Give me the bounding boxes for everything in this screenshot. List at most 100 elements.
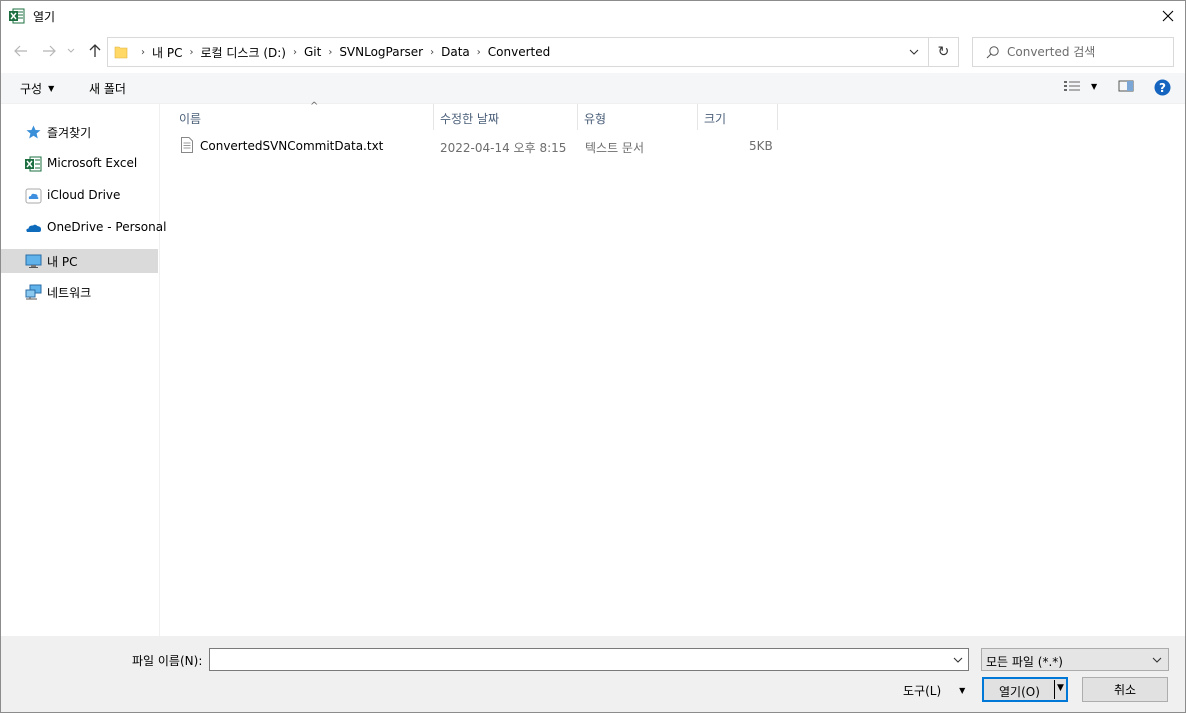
close-button[interactable] bbox=[1151, 1, 1185, 31]
icloud-icon bbox=[25, 188, 42, 204]
file-type-value: 모든 파일 (*.*) bbox=[986, 655, 1063, 669]
file-size: 5KB bbox=[749, 139, 773, 153]
forward-arrow-icon bbox=[43, 45, 56, 57]
chevron-down-icon bbox=[953, 657, 963, 663]
excel-icon bbox=[25, 156, 42, 172]
file-name: ConvertedSVNCommitData.txt bbox=[200, 139, 384, 153]
sidebar-item-label: iCloud Drive bbox=[47, 188, 121, 202]
forward-button[interactable] bbox=[39, 41, 59, 61]
help-icon: ? bbox=[1154, 79, 1171, 96]
sort-ascending-icon: ^ bbox=[310, 101, 319, 112]
new-folder-button[interactable]: 새 폴더 bbox=[89, 80, 126, 97]
chevron-down-icon bbox=[909, 49, 919, 55]
file-type-select[interactable]: 모든 파일 (*.*) bbox=[981, 648, 1169, 671]
breadcrumb-separator: › bbox=[141, 46, 145, 58]
close-icon bbox=[1162, 10, 1174, 22]
tools-label: 도구(L) bbox=[903, 684, 942, 698]
address-bar[interactable]: › 내 PC › 로컬 디스크 (D:) › Git › SVNLogParse… bbox=[107, 37, 959, 67]
sidebar-item-label: Microsoft Excel bbox=[47, 156, 138, 170]
sidebar-item-onedrive-personal[interactable]: OneDrive - Personal bbox=[1, 216, 166, 240]
bottom-panel: 파일 이름(N): 모든 파일 (*.*) 도구(L) ▼ 열기(O) ▼ 취소 bbox=[1, 636, 1185, 712]
back-arrow-icon bbox=[14, 45, 27, 57]
column-header-size[interactable]: 크기 bbox=[698, 104, 778, 130]
column-header-modified[interactable]: 수정한 날짜 bbox=[434, 104, 578, 130]
back-button[interactable] bbox=[11, 41, 31, 61]
organize-label: 구성 bbox=[20, 82, 43, 96]
star-icon bbox=[26, 125, 41, 139]
pc-icon bbox=[25, 254, 42, 268]
breadcrumb-separator: › bbox=[292, 46, 297, 58]
caret-down-icon: ▼ bbox=[1091, 81, 1098, 91]
sidebar-item-label: OneDrive - Personal bbox=[47, 220, 167, 234]
sidebar-item-favorites[interactable]: 즐겨찾기 bbox=[1, 120, 158, 144]
text-file-icon bbox=[181, 137, 193, 153]
navigation-pane: 즐겨찾기 Microsoft Excel iCloud Drive OneDri… bbox=[1, 104, 166, 636]
svg-text:?: ? bbox=[1159, 81, 1166, 95]
sidebar-item-microsoft-excel[interactable]: Microsoft Excel bbox=[1, 152, 158, 176]
title-bar: 열기 bbox=[1, 1, 1185, 31]
open-button[interactable]: 열기(O) ▼ bbox=[982, 677, 1068, 702]
column-header-type[interactable]: 유형 bbox=[578, 104, 698, 130]
file-modified-date: 2022-04-14 오후 8:15 bbox=[440, 141, 567, 155]
navigation-row: › 내 PC › 로컬 디스크 (D:) › Git › SVNLogParse… bbox=[1, 35, 1185, 69]
excel-app-icon bbox=[9, 8, 25, 24]
chevron-down-icon bbox=[67, 48, 75, 53]
breadcrumb-my-pc[interactable]: 내 PC bbox=[152, 44, 182, 61]
breadcrumb-data[interactable]: Data bbox=[441, 45, 470, 59]
sidebar-item-icloud-drive[interactable]: iCloud Drive bbox=[1, 184, 158, 208]
refresh-icon: ↻ bbox=[937, 44, 950, 60]
sidebar-item-label: 네트워크 bbox=[47, 286, 92, 300]
filename-input[interactable] bbox=[212, 651, 942, 668]
breadcrumb-svnlogparser[interactable]: SVNLogParser bbox=[339, 45, 423, 59]
search-box[interactable] bbox=[972, 37, 1174, 67]
file-type: 텍스트 문서 bbox=[585, 141, 645, 155]
cancel-button[interactable]: 취소 bbox=[1082, 677, 1168, 702]
split-divider bbox=[1054, 680, 1055, 699]
open-button-label: 열기(O) bbox=[999, 685, 1040, 699]
open-file-dialog: 열기 › 내 PC › 로컬 디스크 (D:) › Git › SVNLogPa… bbox=[0, 0, 1186, 713]
breadcrumb-git[interactable]: Git bbox=[304, 45, 321, 59]
caret-down-icon: ▼ bbox=[959, 686, 966, 695]
preview-pane-button[interactable] bbox=[1118, 79, 1134, 93]
command-toolbar: 구성 ▼ 새 폴더 ▼ ? bbox=[1, 73, 1185, 104]
organize-button[interactable]: 구성 ▼ bbox=[20, 80, 54, 97]
onedrive-icon bbox=[26, 224, 42, 232]
caret-down-icon: ▼ bbox=[48, 84, 55, 93]
breadcrumb-separator: › bbox=[189, 46, 194, 58]
change-view-button[interactable]: ▼ bbox=[1063, 79, 1097, 93]
new-folder-label: 새 폴더 bbox=[89, 82, 126, 96]
tools-menu-button[interactable]: 도구(L) ▼ bbox=[903, 682, 965, 699]
address-history-dropdown[interactable] bbox=[904, 38, 924, 66]
open-options-dropdown-icon[interactable]: ▼ bbox=[1057, 683, 1064, 693]
column-header-name[interactable]: 이름 ^ bbox=[173, 101, 434, 130]
filename-label: 파일 이름(N): bbox=[132, 654, 203, 668]
file-list: 이름 ^ 수정한 날짜 유형 크기 ConvertedSVNCommitData… bbox=[161, 101, 1185, 636]
cancel-button-label: 취소 bbox=[1113, 683, 1137, 697]
sidebar-item-my-pc[interactable]: 내 PC bbox=[1, 249, 158, 273]
network-icon bbox=[25, 284, 42, 300]
filename-dropdown-button[interactable] bbox=[951, 652, 965, 668]
table-row[interactable]: ConvertedSVNCommitData.txt 2022-04-14 오후… bbox=[177, 134, 775, 158]
dialog-title: 열기 bbox=[33, 10, 56, 24]
breadcrumb-separator: › bbox=[476, 46, 481, 58]
sidebar-item-network[interactable]: 네트워크 bbox=[1, 280, 158, 304]
recent-locations-button[interactable] bbox=[64, 41, 78, 61]
breadcrumb-local-disk[interactable]: 로컬 디스크 (D:) bbox=[200, 44, 285, 61]
preview-pane-icon bbox=[1118, 80, 1134, 92]
sidebar-item-label: 즐겨찾기 bbox=[47, 126, 92, 140]
breadcrumb-separator: › bbox=[430, 46, 435, 58]
breadcrumb-converted[interactable]: Converted bbox=[488, 45, 550, 59]
search-icon bbox=[986, 46, 999, 59]
breadcrumb: › 내 PC › 로컬 디스크 (D:) › Git › SVNLogParse… bbox=[134, 38, 550, 66]
details-view-icon bbox=[1064, 81, 1080, 91]
chevron-down-icon bbox=[1150, 653, 1164, 667]
sidebar-item-label: 내 PC bbox=[47, 255, 78, 269]
search-input[interactable] bbox=[1007, 43, 1167, 61]
folder-icon bbox=[114, 46, 128, 59]
filename-combobox[interactable] bbox=[209, 648, 969, 671]
refresh-button[interactable]: ↻ bbox=[928, 38, 958, 66]
up-arrow-icon bbox=[89, 44, 101, 57]
help-button[interactable]: ? bbox=[1154, 79, 1171, 96]
breadcrumb-separator: › bbox=[328, 46, 333, 58]
up-button[interactable] bbox=[85, 41, 105, 61]
